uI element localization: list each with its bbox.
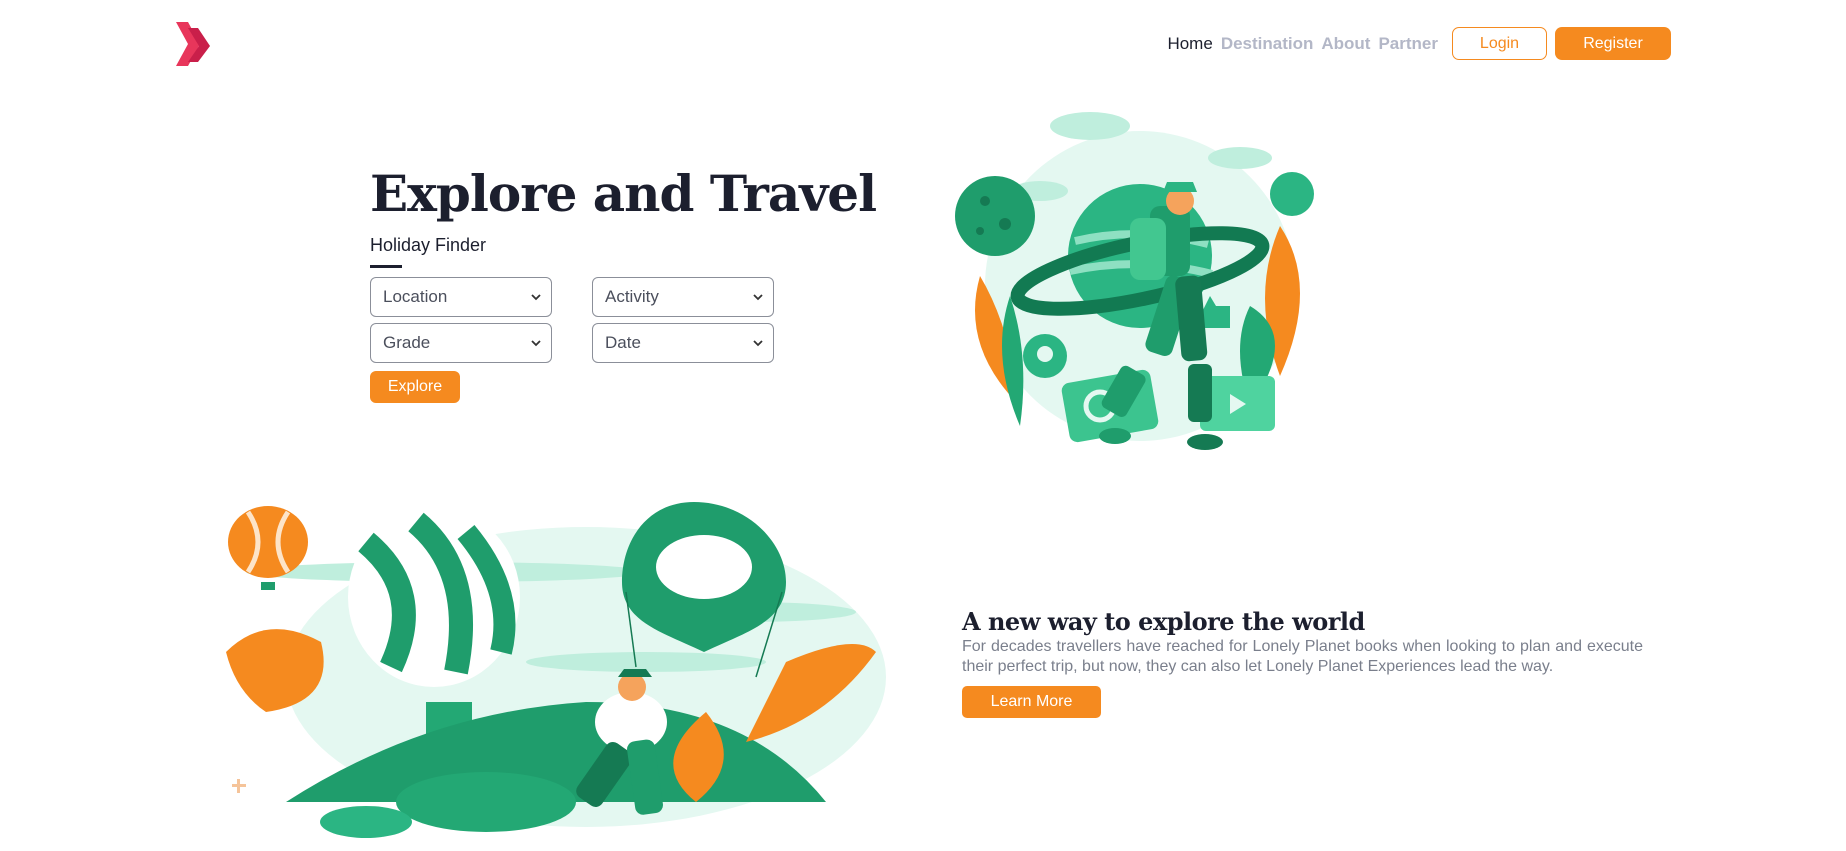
register-button[interactable]: Register [1555,27,1671,60]
nav-partner[interactable]: Partner [1378,34,1438,54]
main-nav: Home Destination About Partner Login Reg… [1167,27,1671,60]
activity-select[interactable]: Activity [592,277,774,317]
nav-about[interactable]: About [1321,34,1370,54]
chevron-down-icon [531,340,541,347]
grade-select[interactable]: Grade [370,323,552,363]
finder-underline [370,265,402,268]
login-button[interactable]: Login [1452,27,1547,60]
section-title: A new way to explore the world [962,607,1365,636]
traveler-illustration [950,106,1326,462]
chevron-down-icon [531,294,541,301]
balloon-illustration [226,502,888,840]
explore-button[interactable]: Explore [370,371,460,403]
section-description: For decades travellers have reached for … [962,638,1643,675]
learn-more-button[interactable]: Learn More [962,686,1101,718]
holiday-finder-title: Holiday Finder [370,235,487,255]
chevron-down-icon [753,294,763,301]
nav-destination[interactable]: Destination [1221,34,1314,54]
location-select[interactable]: Location [370,277,552,317]
location-select-value: Location [383,287,448,306]
logo-icon[interactable] [176,22,212,66]
activity-select-value: Activity [605,287,659,306]
date-select-value: Date [605,333,641,352]
chevron-down-icon [753,340,763,347]
hero-title: Explore and Travel [370,164,877,223]
date-select[interactable]: Date [592,323,774,363]
grade-select-value: Grade [383,333,431,352]
nav-home[interactable]: Home [1167,34,1212,54]
